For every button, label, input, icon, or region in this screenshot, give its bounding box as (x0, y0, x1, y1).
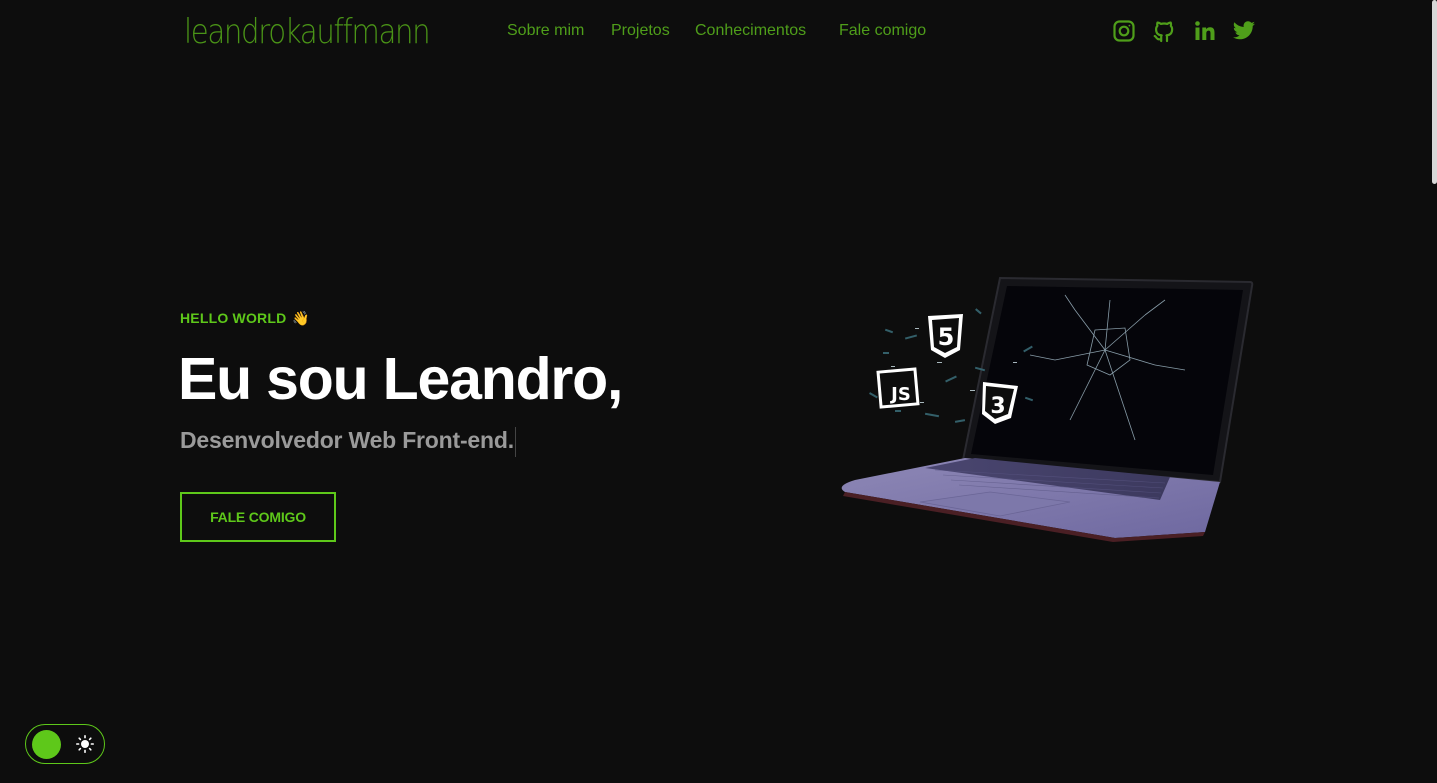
hero-subtitle: Desenvolvedor Web Front-end. (180, 424, 516, 457)
nav-link-fale-comigo[interactable]: Fale comigo (839, 21, 926, 41)
nav-link-conhecimentos[interactable]: Conhecimentos (695, 21, 806, 41)
hero-headline: Eu sou Leandro, (178, 346, 623, 412)
hero-eyebrow: HELLO WORLD 👋 (180, 310, 310, 327)
js-badge-icon: JS (876, 367, 920, 409)
hero-subtitle-text: Desenvolvedor Web Front-end. (180, 427, 514, 453)
js-badge-label: JS (889, 384, 911, 405)
laptop-illustration: 5 JS 3 (841, 276, 1254, 542)
instagram-icon[interactable] (1112, 19, 1136, 43)
nav-link-sobre-mim[interactable]: Sobre mim (507, 21, 584, 41)
sun-icon (76, 735, 94, 753)
nav-link-projetos[interactable]: Projetos (611, 21, 670, 41)
hero-eyebrow-text: HELLO WORLD (180, 310, 287, 326)
typing-caret (514, 426, 516, 457)
twitter-icon[interactable] (1232, 19, 1256, 43)
linkedin-icon[interactable] (1193, 19, 1217, 43)
toggle-knob (32, 730, 61, 759)
site-logo[interactable]: leandrokauffmann (184, 12, 431, 52)
wave-emoji-icon: 👋 (292, 310, 311, 326)
contact-cta-button[interactable]: FALE COMIGO (180, 492, 336, 542)
theme-toggle[interactable] (25, 724, 105, 764)
scrollbar-thumb[interactable] (1432, 0, 1437, 184)
html5-badge-icon: 5 (928, 314, 963, 358)
html5-badge-label: 5 (938, 323, 955, 351)
css3-badge-label: 3 (990, 394, 1005, 419)
page-scrollbar[interactable] (1431, 0, 1437, 783)
social-links (1112, 19, 1257, 45)
page: leandrokauffmann Sobre mim Projetos Conh… (0, 0, 1437, 783)
github-icon[interactable] (1152, 19, 1176, 43)
